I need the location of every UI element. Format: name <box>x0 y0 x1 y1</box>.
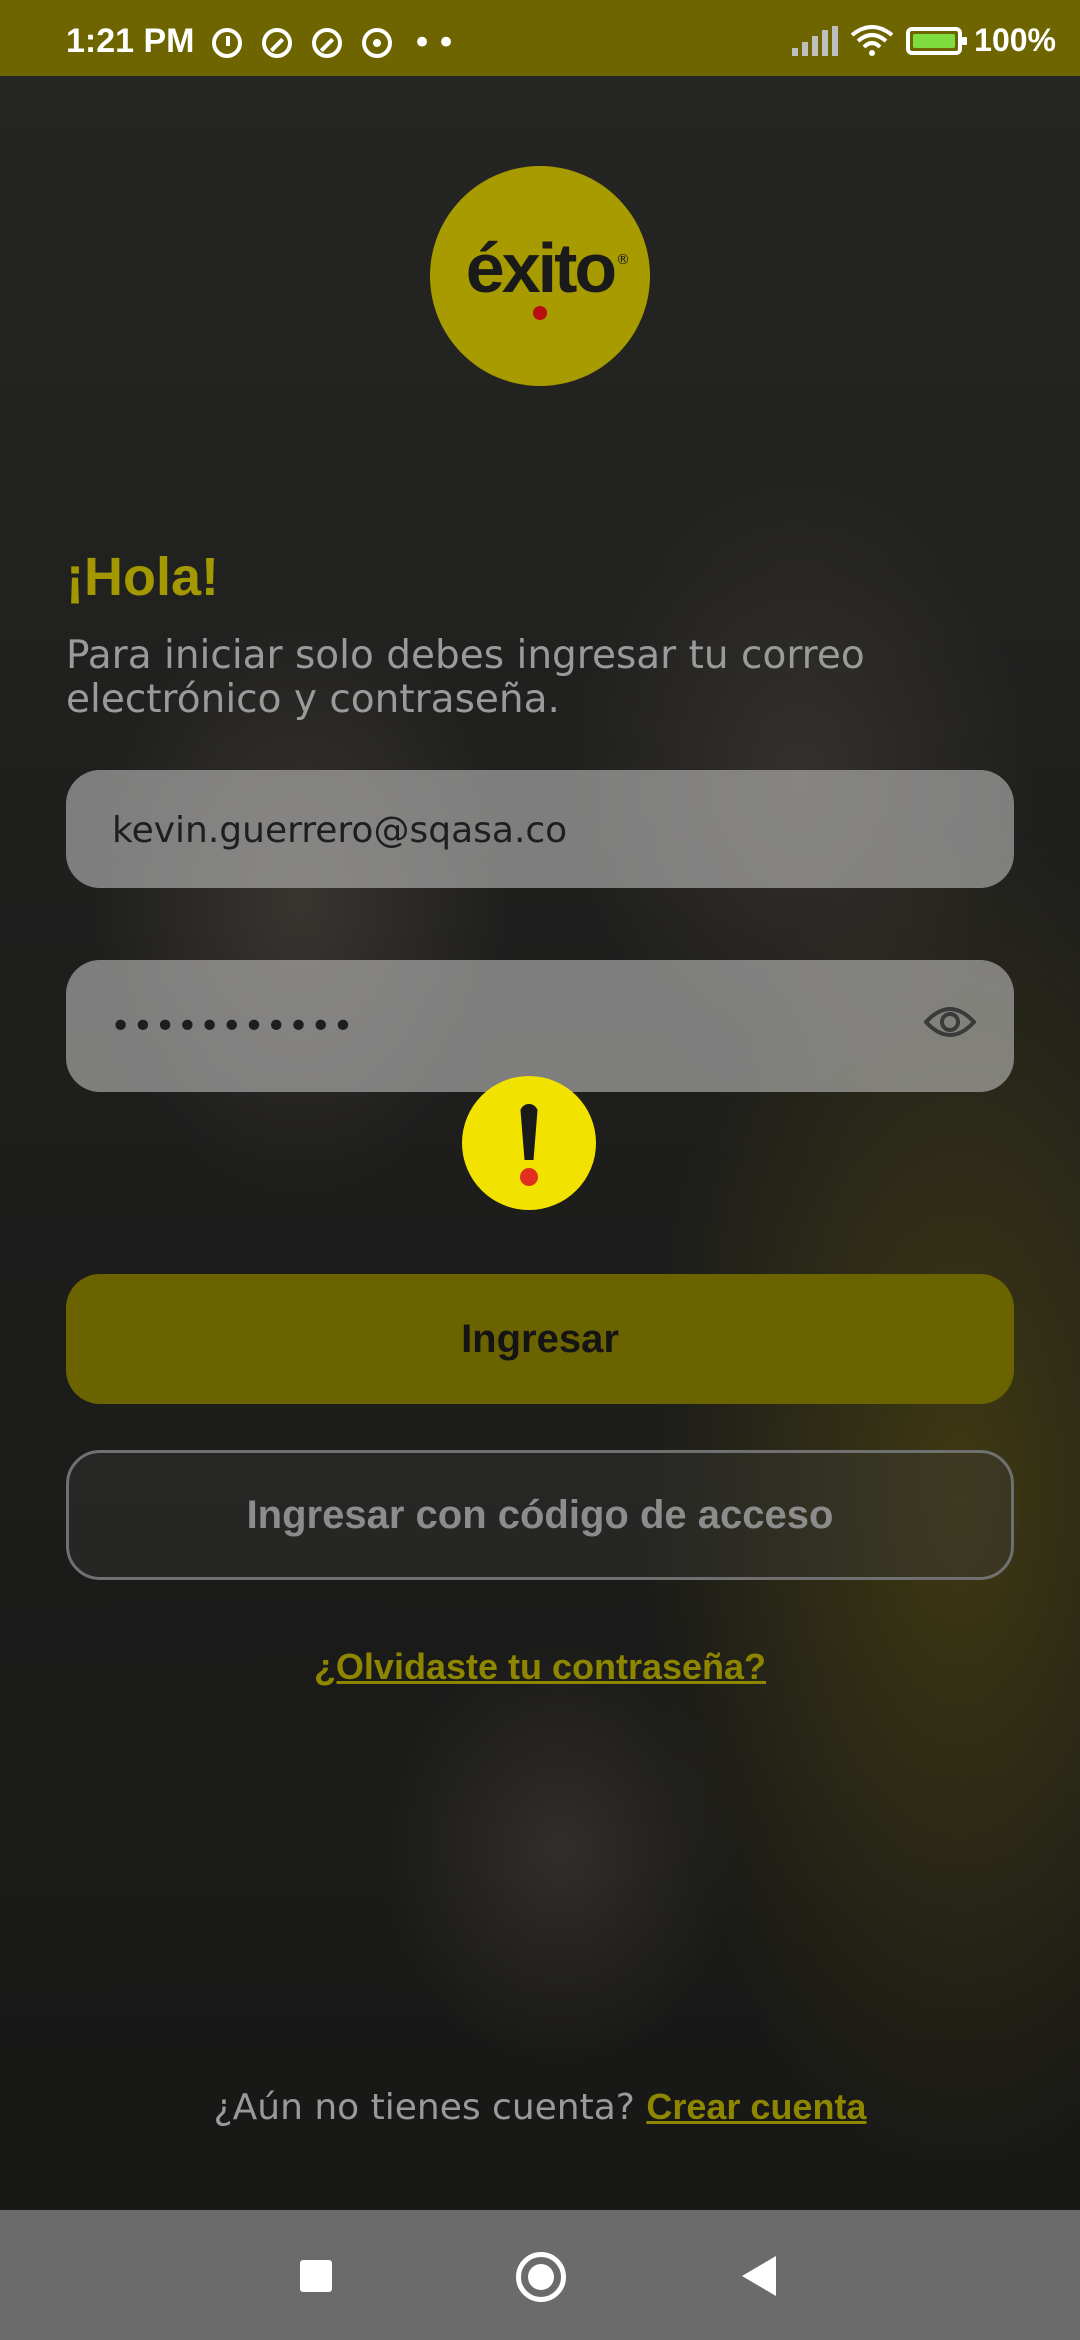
intro-text: Para iniciar solo debes ingresar tu corr… <box>66 633 865 722</box>
login-with-code-button[interactable]: Ingresar con código de acceso <box>66 1450 1014 1580</box>
stop-icon <box>312 28 342 58</box>
password-field[interactable]: ••••••••••• <box>66 960 1014 1092</box>
battery-charging-icon <box>906 26 968 55</box>
login-button[interactable]: Ingresar <box>66 1274 1014 1404</box>
email-field[interactable] <box>66 770 1014 890</box>
status-time: 1:21 PM <box>66 22 195 60</box>
exclamation-icon <box>462 1076 596 1210</box>
system-nav-bar <box>0 2210 1080 2340</box>
notification-icons: •• <box>212 23 461 63</box>
forgot-password-link[interactable]: ¿Olvidaste tu contraseña? <box>0 1646 1080 1688</box>
battery-percentage: 100% <box>974 22 1056 58</box>
wifi-icon <box>850 24 894 56</box>
home-circle-icon[interactable] <box>516 2252 566 2302</box>
stop-icon <box>262 28 292 58</box>
exclamation-dot <box>520 1168 538 1186</box>
signup-row: ¿Aún no tienes cuenta? Crear cuenta <box>0 2086 1080 2128</box>
eye-icon[interactable] <box>924 1004 976 1040</box>
login-screen: 1:21 PM •• 100% éxito ® ¡Hola! Para inic… <box>0 0 1080 2340</box>
create-account-link[interactable]: Crear cuenta <box>646 2086 866 2127</box>
exito-logo: éxito ® <box>430 166 650 386</box>
back-triangle-icon[interactable] <box>742 2256 776 2296</box>
chrome-icon <box>362 28 392 58</box>
signal-icon <box>792 25 839 56</box>
greeting-title: ¡Hola! <box>66 547 219 607</box>
logo-dot <box>533 306 547 320</box>
alarm-icon <box>212 28 242 58</box>
logo-registered-mark: ® <box>616 252 630 268</box>
exclamation-bar <box>520 1104 538 1160</box>
password-input[interactable]: ••••••••••• <box>110 1006 355 1047</box>
status-bar: 1:21 PM •• 100% <box>0 0 1080 76</box>
signup-prompt: ¿Aún no tienes cuenta? <box>213 2087 635 2128</box>
more-dots-icon: •• <box>412 23 461 63</box>
logo-text: éxito <box>465 229 617 307</box>
system-icons: 100% <box>792 22 1056 59</box>
recents-square-icon[interactable] <box>300 2260 332 2292</box>
email-input[interactable] <box>110 770 934 890</box>
